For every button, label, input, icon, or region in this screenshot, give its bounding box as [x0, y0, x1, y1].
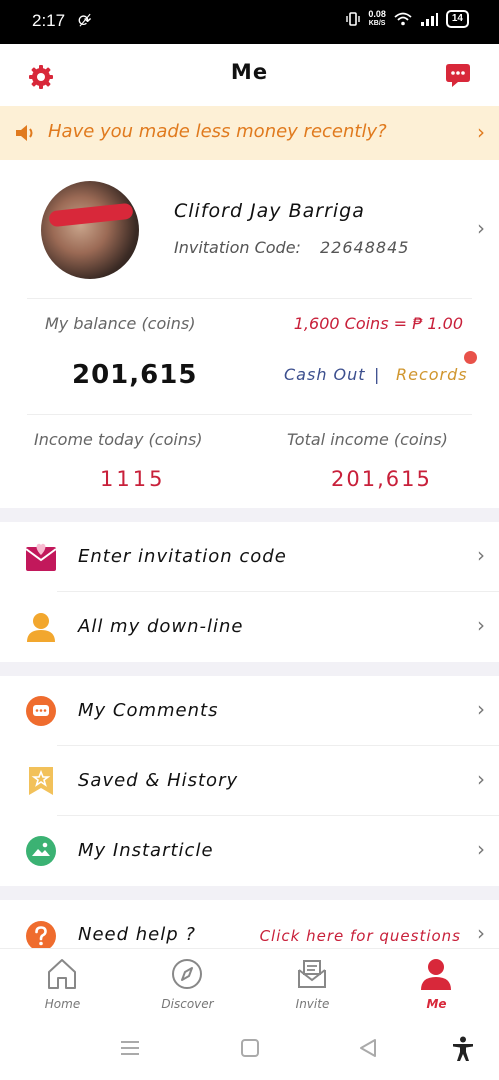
envelope-heart-icon: [25, 543, 57, 571]
avatar-headband: [48, 202, 134, 228]
tab-label: Discover: [161, 997, 214, 1011]
wifi-icon: [394, 12, 412, 26]
compass-icon: [172, 959, 202, 989]
envelope-icon: [298, 960, 326, 988]
menu-need-help[interactable]: Need help ? Click here for questions ›: [0, 900, 499, 948]
menu-label: My Comments: [78, 700, 219, 721]
menu-enter-invitation-code[interactable]: Enter invitation code ›: [0, 522, 499, 592]
divider: [27, 414, 472, 415]
comment-icon: [26, 696, 56, 726]
app-header: Me: [0, 44, 499, 106]
total-income-value: 201,615: [331, 467, 432, 491]
chevron-right-icon: ›: [477, 767, 485, 791]
menu-all-my-downline[interactable]: All my down-line ›: [0, 592, 499, 662]
section-gap: [0, 508, 499, 522]
link-separator: |: [374, 365, 380, 384]
tab-me[interactable]: Me: [374, 949, 499, 1021]
tab-label: Invite: [295, 997, 330, 1011]
chevron-right-icon: ›: [477, 613, 485, 637]
total-income-label: Total income (coins): [287, 430, 448, 449]
tab-invite[interactable]: Invite: [250, 949, 375, 1021]
income-today-value: 1115: [100, 467, 166, 491]
invitation-code-value: 22648845: [320, 238, 410, 257]
tab-discover[interactable]: Discover: [125, 949, 250, 1021]
profile-chevron-icon[interactable]: ›: [477, 216, 485, 240]
battery-indicator: 14: [445, 10, 469, 28]
menu-label: Saved & History: [78, 770, 239, 791]
menu-label: Enter invitation code: [78, 546, 287, 567]
menu-lines-icon[interactable]: [120, 1038, 140, 1058]
signal-icon: [420, 13, 438, 26]
avatar[interactable]: [41, 181, 139, 279]
banner-text: Have you made less money recently?: [48, 121, 387, 142]
system-nav-bar: [0, 1020, 499, 1080]
net-speed: 0.08 KB/S: [368, 10, 386, 28]
income-today-label: Income today (coins): [34, 430, 203, 449]
chevron-right-icon: ›: [477, 921, 485, 945]
chevron-right-icon: ›: [477, 837, 485, 861]
person-icon: [421, 959, 451, 990]
chat-icon[interactable]: [445, 62, 471, 90]
page-title: Me: [230, 60, 269, 84]
balance-label: My balance (coins): [45, 314, 196, 333]
person-icon: [27, 613, 55, 642]
invitation-code-label: Invitation Code:: [174, 238, 301, 257]
menu-label: All my down-line: [78, 616, 244, 637]
net-speed-unit: KB/S: [368, 20, 386, 27]
section-gap: [0, 662, 499, 676]
chevron-right-icon: ›: [477, 697, 485, 721]
status-bar: 2:17 ⟳̸ 0.08 KB/S 14: [0, 0, 499, 44]
speaker-icon: [16, 125, 33, 141]
net-speed-value: 0.08: [368, 9, 386, 19]
earnings-banner[interactable]: Have you made less money recently? ›: [0, 106, 499, 160]
menu-my-instarticle[interactable]: My Instarticle ›: [0, 816, 499, 886]
chevron-right-icon: ›: [477, 543, 485, 567]
status-time: 2:17: [32, 11, 66, 30]
menu-label: Need help ?: [78, 924, 196, 945]
menu-label: My Instarticle: [78, 840, 214, 861]
square-home-icon[interactable]: [240, 1038, 260, 1058]
chevron-right-icon: ›: [477, 120, 485, 144]
back-triangle-icon[interactable]: [358, 1038, 378, 1058]
accessibility-icon[interactable]: [452, 1036, 474, 1062]
help-questions-link[interactable]: Click here for questions: [260, 927, 461, 945]
sync-off-icon: ⟳̸: [78, 11, 92, 30]
menu-my-comments[interactable]: My Comments ›: [0, 676, 499, 746]
divider: [27, 298, 472, 299]
coin-rate: 1,600 Coins = ₱ 1.00: [293, 314, 463, 333]
cash-out-link[interactable]: Cash Out: [284, 365, 366, 384]
menu-saved-history[interactable]: Saved & History ›: [0, 746, 499, 816]
records-link[interactable]: Records: [396, 365, 468, 384]
profile-name: Cliford Jay Barriga: [174, 200, 365, 222]
vibrate-icon: [346, 12, 361, 26]
tab-home[interactable]: Home: [0, 949, 125, 1021]
tab-label: Home: [44, 997, 81, 1011]
help-icon: [26, 921, 56, 948]
bookmark-star-icon: [29, 767, 53, 795]
status-right: 0.08 KB/S 14: [346, 10, 469, 28]
bottom-tab-bar: Home Discover Invite Me: [0, 948, 499, 1020]
tab-label: Me: [426, 997, 447, 1011]
section-gap: [0, 886, 499, 900]
notification-dot: [464, 351, 477, 364]
image-article-icon: [26, 836, 56, 866]
home-icon: [48, 959, 76, 989]
balance-value: 201,615: [72, 360, 198, 390]
